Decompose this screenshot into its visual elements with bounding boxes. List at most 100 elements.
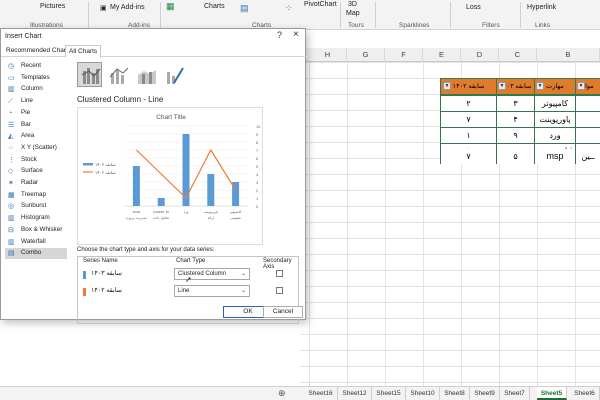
chart-type-icon: ⁘ [8,144,14,152]
table-header-cell[interactable]: ▼ سابقه ۱۴۰۳ [497,79,534,94]
x-tick-sublabel: مدیریت پروژه [126,216,147,220]
table-cell[interactable] [576,96,600,111]
chart-type-bar[interactable]: ☰ Bar [5,120,67,131]
sheet-tab[interactable]: Sheet16 [304,387,338,400]
table-cell[interactable]: ۵ [497,149,534,164]
custom-combination-icon[interactable] [161,62,186,87]
y-tick-label: 0 [256,204,259,209]
table-cell[interactable]: ــين [576,149,600,164]
dialog-tabs: Recommended Charts All Charts [1,45,307,58]
tab-recommended-charts[interactable]: Recommended Charts [3,45,74,57]
pivotchart-button[interactable]: PivotChart [304,1,337,8]
chart-subtype-name: Clustered Column - Line [77,95,164,104]
chart-type-sunburst[interactable]: ◎ Sunburst [5,201,67,212]
help-icon[interactable]: ? [277,30,282,40]
sheet-tab[interactable]: Sheet15 [372,387,406,400]
column-header[interactable]: D [461,48,499,62]
series-color-swatch [83,288,86,296]
table-cell[interactable] [576,112,600,127]
chart-type-histogram[interactable]: ▥ Histogram [5,213,67,224]
table-cell[interactable]: ۱ [441,128,496,143]
chart-type-box-whisker[interactable]: ⊟ Box & Whisker [5,225,67,236]
table-header-cell[interactable]: ▼ مواد [576,79,600,94]
table-cell[interactable]: ۴ [497,112,534,127]
chart-type-icon: ◷ [8,63,15,70]
chart-type-label: Surface [21,167,43,175]
y-tick-label: 6 [256,156,259,161]
table-header-cell[interactable]: ▼ مهارت [535,79,575,94]
table-cell[interactable]: ۷ [441,112,496,127]
chart-type-radar[interactable]: ✶ Radar [5,178,67,189]
chart-type-label: Pie [21,108,31,116]
column-header[interactable]: H [309,48,347,62]
cancel-button[interactable]: Cancel [263,306,303,318]
table-cell[interactable]: کامپیوتر [535,96,575,111]
column-header[interactable]: F [385,48,423,62]
column-header[interactable]: G [347,48,385,62]
table-cell[interactable]: ۷ [441,149,496,164]
chart-type-recent[interactable]: ◷ Recent [5,61,67,72]
tab-all-charts[interactable]: All Charts [65,45,102,58]
charts-button[interactable]: Charts [204,3,225,10]
3d-map-button[interactable]: Map [346,10,360,17]
chart-type-line[interactable]: ⟋ Line [5,96,67,107]
chart-type-label: Radar [21,179,39,186]
chart-type-templates[interactable]: ▭ Templates [5,73,67,84]
tours-group-label: Tours [348,22,364,29]
secondary-axis-checkbox[interactable] [276,287,283,294]
column-header[interactable]: C [499,48,537,62]
chart-type-treemap[interactable]: ▦ Treemap [5,190,67,201]
clustered-column-line-secondary-icon[interactable] [105,62,130,87]
pictures-button[interactable]: Pictures [40,3,65,10]
close-icon[interactable]: × [293,29,299,40]
y-tick-label: 5 [256,164,259,169]
sheet-tab[interactable]: Sheet9 [470,387,500,400]
stacked-area-column-icon[interactable] [133,62,158,87]
series-chart-type-select[interactable]: Line ⌄ [174,285,250,297]
chart-type-label: Bar [21,120,31,128]
series-color-swatch [83,271,86,279]
table-header-cell[interactable]: ▼ سابقه ۱۴۰۲ [441,79,496,94]
table-cell[interactable]: ۹ [497,128,534,143]
chart-type-stock[interactable]: ⋮ Stock [5,155,67,166]
chart-type-combo[interactable]: ▤ Combo [5,248,67,259]
chart-type-area[interactable]: ◭ Area [5,131,67,142]
chart-type-label: Column [21,85,43,93]
table-cell[interactable]: ورد [535,128,575,143]
scatter-chart-icon[interactable]: ⁘ [285,3,293,14]
table-cell[interactable] [576,128,600,143]
column-header[interactable]: B [537,48,600,62]
add-sheet-icon[interactable]: ⊕ [278,387,286,400]
series-name: سابقه ۱۴۰۳ [91,270,122,277]
sheet-tab[interactable]: Sheet12 [338,387,372,400]
sheet-tab[interactable]: Sheet10 [406,387,440,400]
chart-type-icon: ⊟ [8,226,14,234]
chart-type-x-y-scatter-[interactable]: ⁘ X Y (Scatter) [5,143,67,154]
chart-type-waterfall[interactable]: ▥ Waterfall [5,237,67,248]
table-cell[interactable]: msp [535,149,575,164]
chart-type-label: Waterfall [21,237,46,245]
y-tick-label: 7 [256,148,259,153]
column-header[interactable]: E [423,48,461,62]
sheet-tab[interactable]: Sheet8 [440,387,470,400]
recommended-charts-icon: ▦ [166,1,175,11]
chart-type-pie[interactable]: ◔ Pie [5,108,67,119]
secondary-axis-checkbox[interactable] [276,270,283,277]
chart-type-column[interactable]: ▥ Column [5,84,67,95]
column-headers: H G F E D C B [300,48,600,62]
table-cell[interactable]: ۲ [441,96,496,111]
sheet-tab-active[interactable]: Sheet5 [537,387,567,400]
links-group-label: Links [535,22,551,29]
sheet-tab[interactable]: Sheet6 [570,387,600,400]
table-cell[interactable]: پاورپوینت [535,112,575,127]
chart-type-icon: ◎ [8,203,15,211]
my-addins-button[interactable]: My Add-ins [110,4,145,11]
clustered-column-line-icon[interactable] [77,62,102,87]
hyperlink-button[interactable]: Hyperlink [527,4,556,11]
map-chart-icon[interactable]: ▤ [240,3,249,14]
3d-map-label-1: 3D [348,1,357,8]
sheet-tab[interactable]: Sheet7 [500,387,530,400]
win-loss-button[interactable]: Loss [466,4,481,11]
table-cell[interactable]: ۳ [497,96,534,111]
chart-type-surface[interactable]: ◇ Surface [5,166,67,177]
